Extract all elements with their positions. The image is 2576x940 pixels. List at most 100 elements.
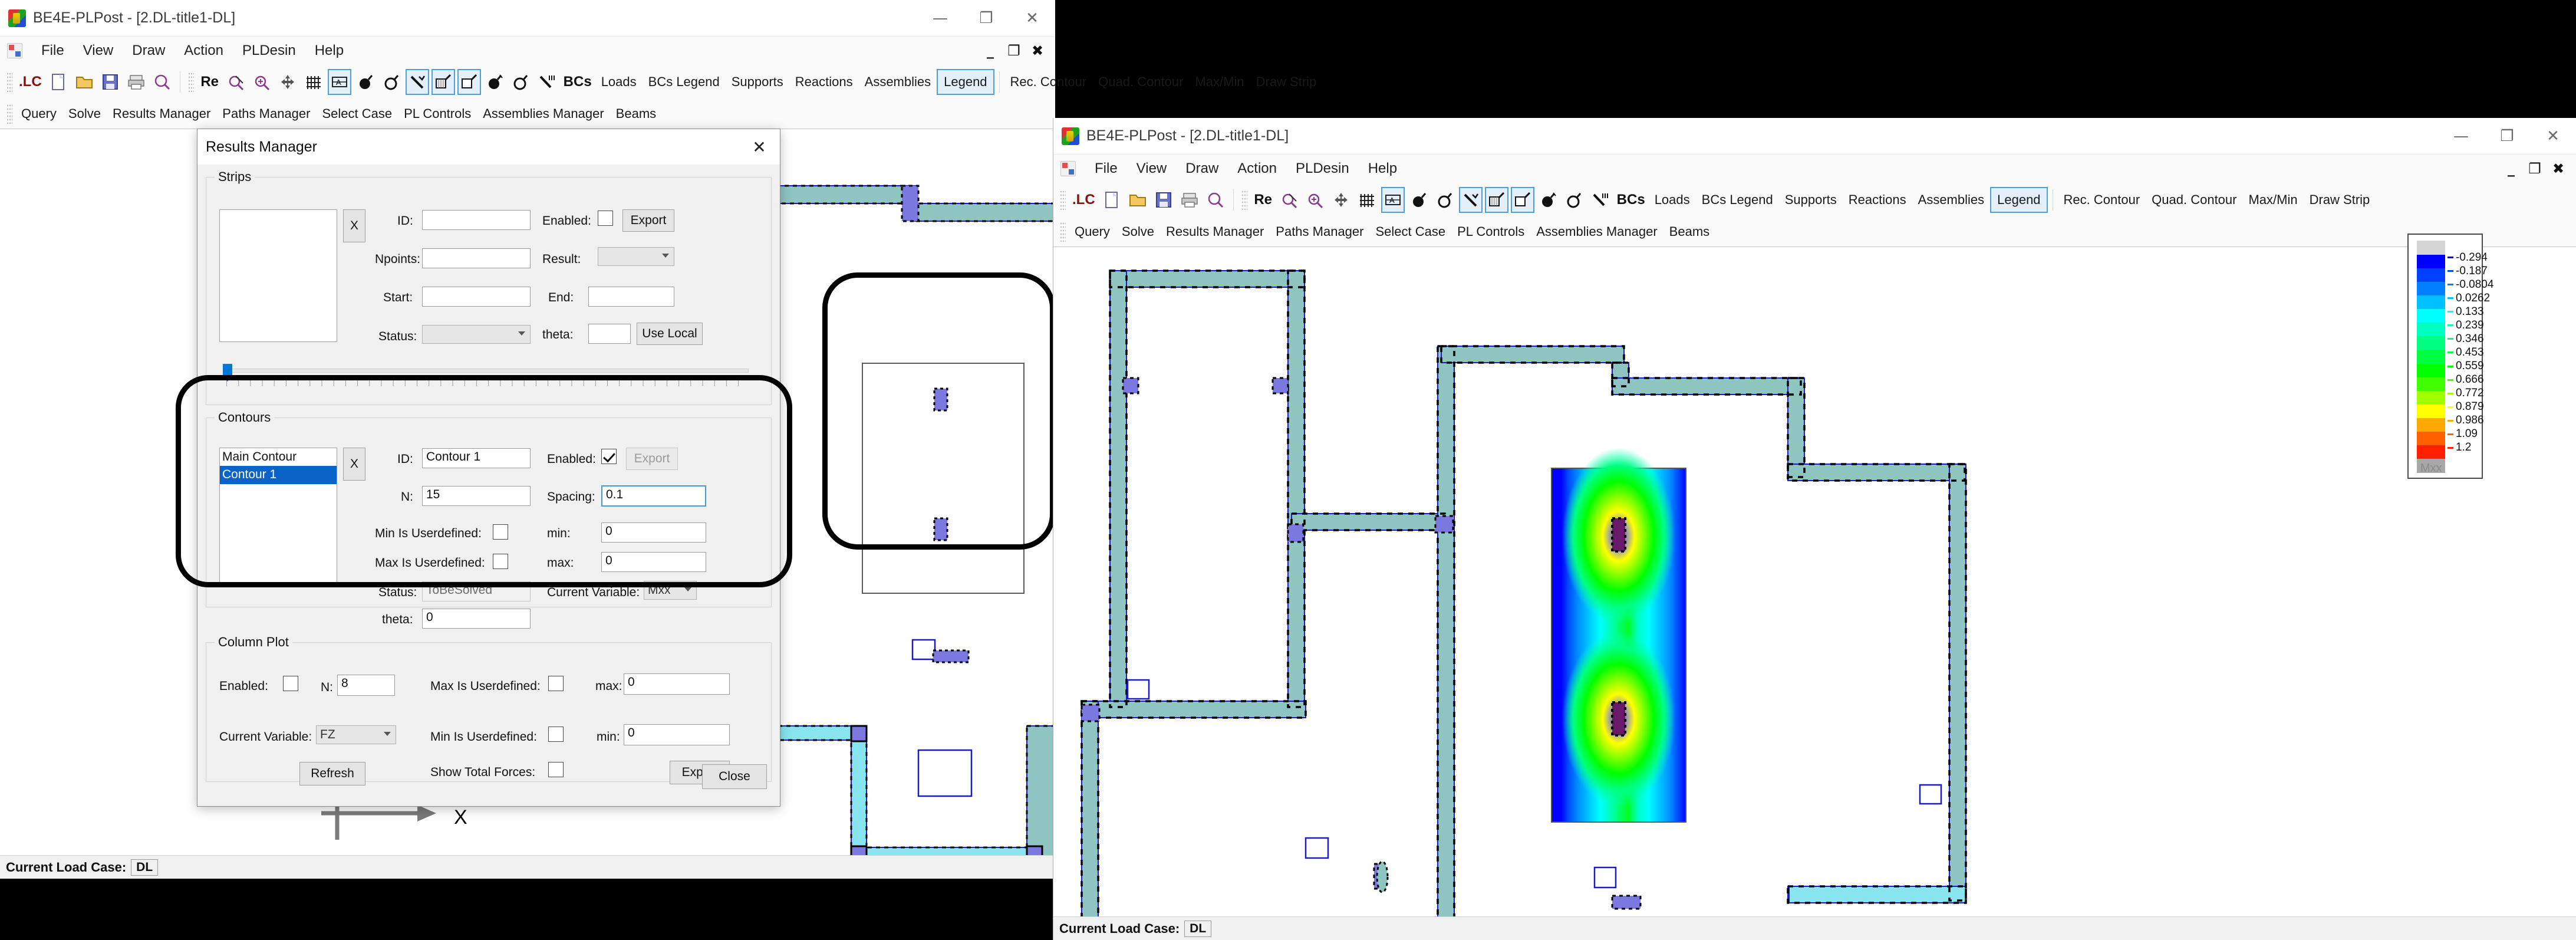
toolbar-supports[interactable]: Supports: [726, 69, 789, 95]
contours-min-userdef-checkbox[interactable]: [493, 524, 508, 540]
toolbar-draw-strip[interactable]: Draw Strip: [2304, 187, 2376, 213]
open-file-icon[interactable]: [73, 69, 96, 95]
minimize-button[interactable]: —: [2438, 118, 2484, 155]
columnplot-min-input[interactable]: 0: [624, 724, 730, 745]
menu-view[interactable]: View: [1127, 157, 1177, 180]
plate-mesh-icon[interactable]: [431, 69, 455, 95]
toolbar-solve[interactable]: Solve: [62, 101, 107, 127]
toolbar-quad-contour[interactable]: Quad. Contour: [1092, 69, 1189, 95]
strips-trackbar[interactable]: [218, 361, 755, 389]
columnplot-refresh-button[interactable]: Refresh: [299, 762, 365, 785]
zoom-out-icon[interactable]: [224, 69, 248, 95]
columnplot-enabled-checkbox[interactable]: [283, 676, 298, 691]
toolbar-legend[interactable]: Legend: [1990, 187, 2048, 213]
menu-help[interactable]: Help: [305, 39, 353, 63]
toolbar-quad-contour[interactable]: Quad. Contour: [2146, 187, 2242, 213]
pan-move-icon[interactable]: [1329, 187, 1353, 213]
menu-pldesin[interactable]: PLDesin: [1286, 157, 1359, 180]
toolbar-grip-2[interactable]: [1241, 190, 1247, 210]
mdi-minimize-button[interactable]: _: [2499, 160, 2523, 177]
strips-npoints-input[interactable]: [422, 248, 531, 268]
toolbar-beams[interactable]: Beams: [1663, 219, 1715, 245]
bcs-icon[interactable]: BCs: [1615, 187, 1648, 213]
toolbar-draw-strip[interactable]: Draw Strip: [1250, 69, 1323, 95]
menu-view[interactable]: View: [74, 39, 123, 63]
print-icon[interactable]: [1178, 187, 1201, 213]
dimensions-icon[interactable]: A: [1381, 187, 1405, 213]
mdi-app-icon[interactable]: [7, 43, 22, 58]
redraw-icon[interactable]: Re: [1251, 187, 1275, 213]
strips-start-input[interactable]: [422, 287, 531, 307]
toolbar2-grip[interactable]: [1060, 222, 1066, 242]
toolbar-bcs-legend[interactable]: BCs Legend: [643, 69, 726, 95]
close-button[interactable]: ✕: [2530, 118, 2576, 155]
bcs-icon[interactable]: BCs: [561, 69, 594, 95]
columnplot-max-userdef-checkbox[interactable]: [548, 676, 564, 691]
toolbar-paths-manager[interactable]: Paths Manager: [216, 101, 316, 127]
zoom-in-icon[interactable]: [1303, 187, 1327, 213]
toolbar-bcs-legend[interactable]: BCs Legend: [1696, 187, 1779, 213]
menu-pldesin[interactable]: PLDesin: [233, 39, 305, 63]
toolbar-pl-controls[interactable]: PL Controls: [1451, 219, 1530, 245]
dialog-close-icon[interactable]: ✕: [739, 129, 780, 165]
mesh-grid-icon[interactable]: [1355, 187, 1379, 213]
toolbar-assemblies[interactable]: Assemblies: [859, 69, 937, 95]
mdi-restore-button[interactable]: ❐: [2523, 160, 2547, 177]
save-icon[interactable]: [1152, 187, 1175, 213]
toolbar-select-case[interactable]: Select Case: [1369, 219, 1451, 245]
strips-listbox[interactable]: [219, 209, 337, 342]
toolbar-loads[interactable]: Loads: [1649, 187, 1696, 213]
contours-id-input[interactable]: Contour 1: [422, 448, 531, 468]
maximize-button[interactable]: ❐: [963, 0, 1009, 37]
list-item[interactable]: Contour 1: [220, 466, 337, 484]
redraw-icon[interactable]: Re: [198, 69, 222, 95]
toolbar2-grip[interactable]: [6, 104, 12, 124]
menu-file[interactable]: File: [1085, 157, 1127, 180]
toolbar-query[interactable]: Query: [1069, 219, 1116, 245]
toolbar-max-min[interactable]: Max/Min: [1189, 69, 1250, 95]
plate-mesh-icon[interactable]: [1484, 187, 1508, 213]
node-hollow-icon[interactable]: [1433, 187, 1457, 213]
dialog-close-button[interactable]: Close: [702, 764, 767, 789]
support-hollow-icon[interactable]: [509, 69, 533, 95]
open-file-icon[interactable]: [1126, 187, 1149, 213]
contours-max-input[interactable]: 0: [601, 552, 706, 572]
line-support-icon[interactable]: [535, 69, 559, 95]
toolbar-reactions[interactable]: Reactions: [789, 69, 859, 95]
line-support-icon[interactable]: [1589, 187, 1612, 213]
toolbar-rec-contour[interactable]: Rec. Contour: [2058, 187, 2146, 213]
toolbar-grip[interactable]: [1060, 190, 1066, 210]
plate-blank-icon[interactable]: [457, 69, 481, 95]
menu-action[interactable]: Action: [1228, 157, 1286, 180]
strips-end-input[interactable]: [588, 287, 674, 307]
toolbar-max-min[interactable]: Max/Min: [2242, 187, 2303, 213]
toolbar-pl-controls[interactable]: PL Controls: [398, 101, 477, 127]
line-element-icon[interactable]: [405, 69, 429, 95]
close-button[interactable]: ✕: [1009, 0, 1055, 37]
new-file-icon[interactable]: [1100, 187, 1124, 213]
contours-spacing-input[interactable]: 0.1: [601, 485, 706, 507]
toolbar-assemblies[interactable]: Assemblies: [1912, 187, 1990, 213]
save-icon[interactable]: [98, 69, 122, 95]
toolbar-assemblies-manager[interactable]: Assemblies Manager: [1530, 219, 1663, 245]
toolbar-solve[interactable]: Solve: [1116, 219, 1160, 245]
contours-theta-input[interactable]: 0: [422, 609, 531, 629]
contours-listbox[interactable]: Main Contour Contour 1: [219, 448, 337, 583]
menu-draw[interactable]: Draw: [1176, 157, 1228, 180]
strips-theta-input[interactable]: [588, 324, 631, 344]
contours-export-button[interactable]: Export: [626, 448, 678, 470]
node-hollow-icon[interactable]: [380, 69, 403, 95]
dimensions-icon[interactable]: A: [327, 69, 351, 95]
strips-status-combo[interactable]: [422, 325, 531, 344]
contours-min-input[interactable]: 0: [601, 522, 706, 543]
toolbar-rec-contour[interactable]: Rec. Contour: [1004, 69, 1093, 95]
strips-result-combo[interactable]: [598, 247, 674, 266]
toolbar-results-manager[interactable]: Results Manager: [1160, 219, 1270, 245]
results-manager-dialog[interactable]: Results Manager ✕ Strips X ID: Enabled: …: [197, 129, 780, 807]
right-drawing-canvas[interactable]: X: [1053, 246, 2576, 916]
plate-blank-icon[interactable]: [1510, 187, 1534, 213]
pan-move-icon[interactable]: [276, 69, 299, 95]
mdi-close-button[interactable]: ✖: [2547, 160, 2570, 177]
contours-n-input[interactable]: 15: [422, 486, 531, 506]
toolbar-beams[interactable]: Beams: [610, 101, 662, 127]
